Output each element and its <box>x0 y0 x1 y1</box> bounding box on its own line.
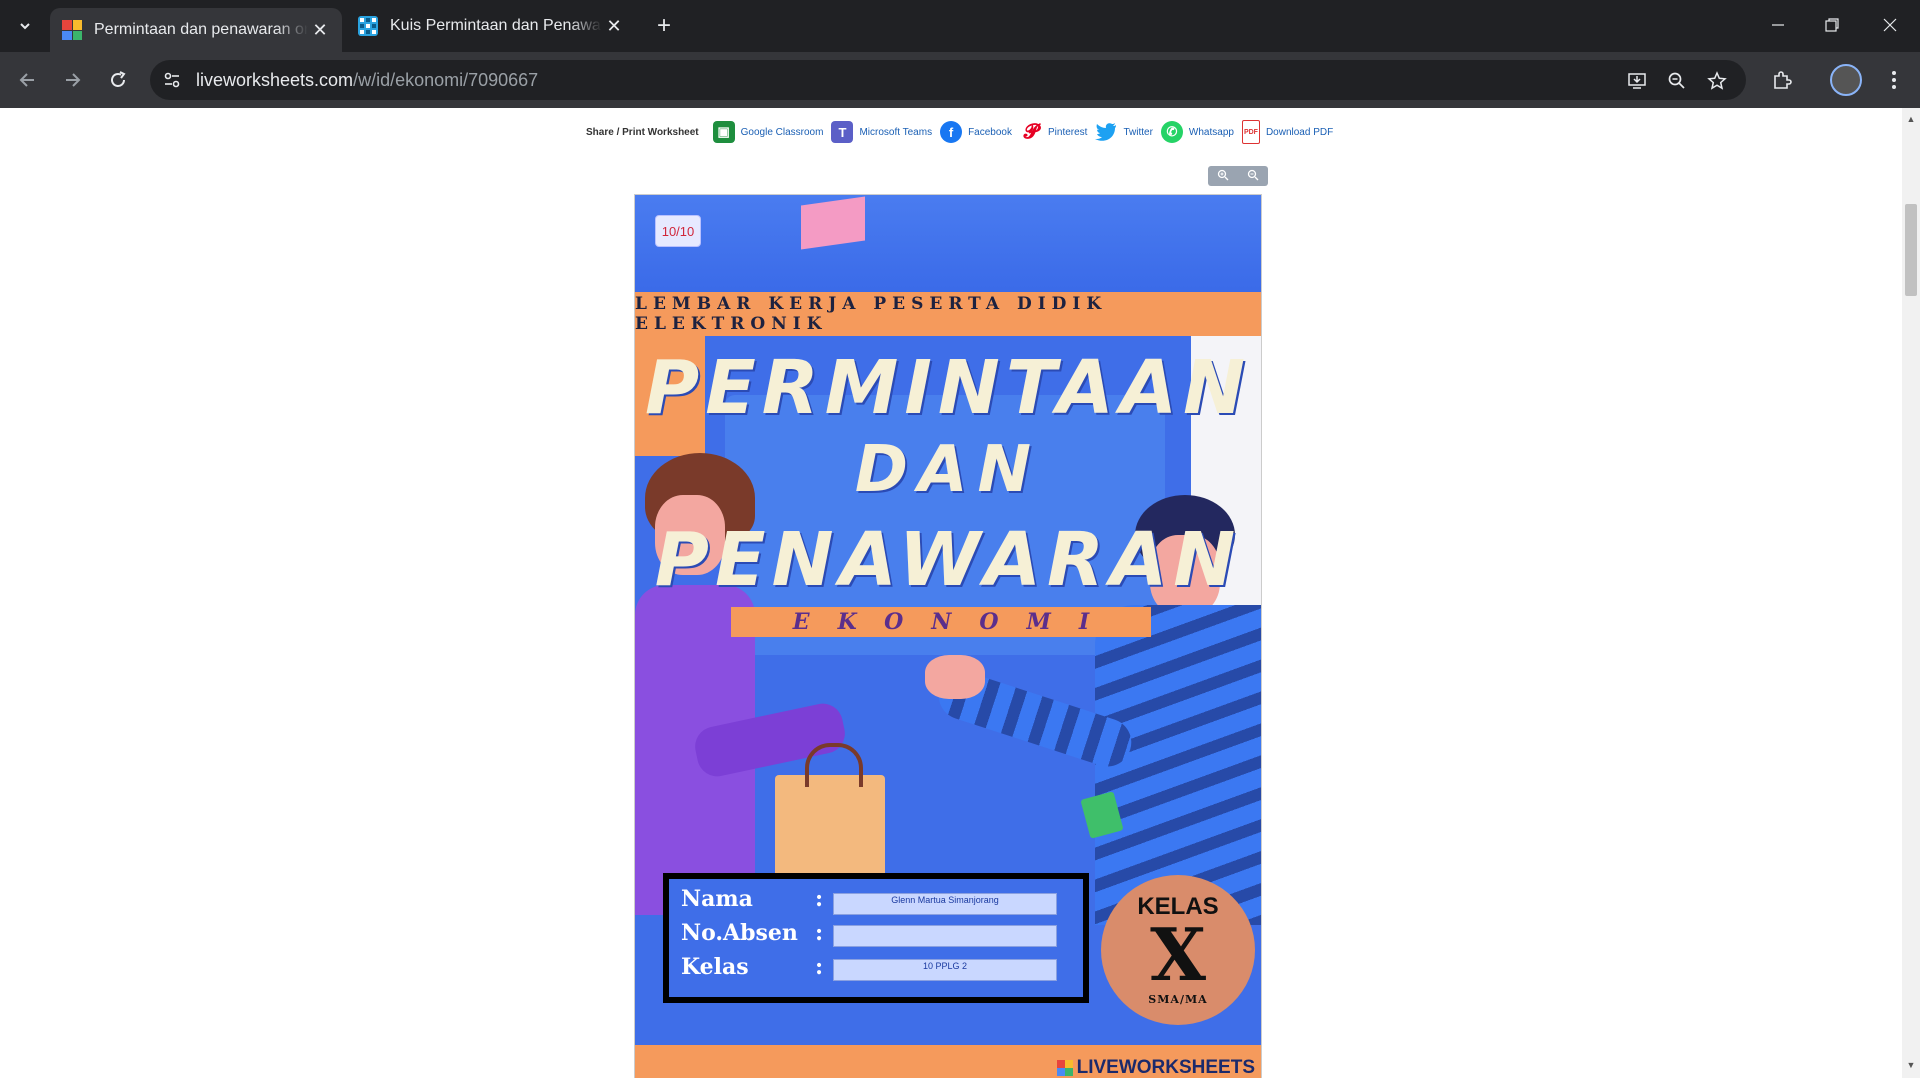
title-line-2: DAN <box>854 433 1042 507</box>
pinterest-icon: 𝓟 <box>1020 121 1042 143</box>
worksheet-header-bg <box>635 195 1261 295</box>
facebook-icon: f <box>940 121 963 143</box>
liveworksheets-logo-icon <box>1056 1060 1073 1076</box>
bookmark-star-icon[interactable] <box>1704 68 1730 94</box>
site-settings-icon[interactable] <box>162 70 182 90</box>
subject-title: EKONOMI <box>792 609 1118 635</box>
title-line-1: PERMINTAAN <box>644 345 1252 431</box>
absen-label: No.Absen <box>681 920 798 946</box>
tab-kuis[interactable]: Kuis Permintaan dan Penawaran ✕ <box>346 8 636 44</box>
nama-input[interactable]: Glenn Martua Simanjorang <box>833 893 1057 915</box>
share-pinterest[interactable]: 𝓟 Pinterest <box>1020 121 1087 143</box>
seller-hand <box>925 655 985 699</box>
whatsapp-icon: ✆ <box>1160 121 1183 143</box>
scroll-up-arrow-icon[interactable]: ▲ <box>1906 114 1916 124</box>
restore-icon[interactable] <box>1812 10 1852 40</box>
share-facebook[interactable]: f Facebook <box>940 121 1012 143</box>
kelas-input[interactable]: 10 PPLG 2 <box>833 959 1057 981</box>
share-twitter[interactable]: Twitter <box>1095 121 1153 143</box>
zoom-in-icon[interactable] <box>1217 169 1229 184</box>
share-item-label: Pinterest <box>1048 126 1088 138</box>
absen-colon: : <box>815 920 824 946</box>
url-text[interactable]: liveworksheets.com/w/id/ekonomi/7090667 <box>196 70 538 91</box>
kelas-colon: : <box>815 954 824 980</box>
microsoft-teams-icon: T <box>831 121 854 143</box>
tab-search-icon[interactable] <box>10 12 40 40</box>
pink-shape-decoration <box>801 196 865 250</box>
tab-permintaan-online[interactable]: Permintaan dan penawaran online ✕ <box>50 8 342 52</box>
worksheet-footer: LIVEWORKSHEETS <box>635 1045 1261 1078</box>
form-row-kelas: Kelas : <box>681 953 827 981</box>
share-item-label: Download PDF <box>1265 126 1334 138</box>
nama-colon: : <box>815 886 824 912</box>
score-badge: 10/10 <box>655 215 701 247</box>
title-line-3: PENAWARAN <box>654 517 1242 603</box>
share-download-pdf[interactable]: PDF Download PDF <box>1241 120 1334 144</box>
google-classroom-icon: ▣ <box>712 121 735 143</box>
share-microsoft-teams[interactable]: T Microsoft Teams <box>831 121 932 143</box>
form-row-nama: Nama : <box>681 885 827 913</box>
new-tab-plus-icon[interactable]: + <box>650 12 678 40</box>
browser-toolbar: liveworksheets.com/w/id/ekonomi/7090667 <box>0 52 1920 108</box>
page-content: Share / Print Worksheet ▣ Google Classro… <box>0 108 1902 1078</box>
page-scrollbar[interactable]: ▲ ▼ <box>1902 108 1920 1078</box>
tab-close-icon[interactable]: ✕ <box>308 18 332 42</box>
reload-icon[interactable] <box>102 64 134 96</box>
liveworksheets-logo: LIVEWORKSHEETS <box>1056 1057 1255 1078</box>
back-icon[interactable] <box>12 64 44 96</box>
zoom-icon[interactable] <box>1664 68 1690 94</box>
share-bar: Share / Print Worksheet ▣ Google Classro… <box>586 116 1341 148</box>
scroll-thumb[interactable] <box>1905 204 1917 296</box>
pdf-icon: PDF <box>1241 120 1260 144</box>
tab-close-icon[interactable]: ✕ <box>602 14 626 38</box>
kelas-badge-grade: X <box>1150 912 1206 997</box>
share-whatsapp[interactable]: ✆ Whatsapp <box>1160 121 1234 143</box>
kelas-badge: KELAS X SMA/MA <box>1101 875 1255 1025</box>
close-window-icon[interactable] <box>1870 10 1910 40</box>
absen-input[interactable] <box>833 925 1057 947</box>
twitter-icon <box>1095 121 1118 143</box>
scroll-down-arrow-icon[interactable]: ▼ <box>1906 1060 1916 1070</box>
extensions-icon[interactable] <box>1766 64 1798 96</box>
share-item-label: Facebook <box>968 126 1012 138</box>
share-item-label: Whatsapp <box>1188 126 1234 138</box>
worksheet-band: LEMBAR KERJA PESERTA DIDIK ELEKTRONIK <box>635 292 1261 336</box>
band-title: LEMBAR KERJA PESERTA DIDIK ELEKTRONIK <box>635 294 1108 334</box>
subject-band: EKONOMI <box>731 607 1151 637</box>
quiz-favicon-icon <box>358 16 378 36</box>
worksheet-page: 10/10 LEMBAR KERJA PESERTA DIDIK ELEKTRO… <box>634 194 1262 1078</box>
install-app-icon[interactable] <box>1624 68 1650 94</box>
liveworksheets-logo-text: LIVEWORKSHEETS <box>1076 1057 1255 1078</box>
share-label: Share / Print Worksheet <box>586 126 699 138</box>
kelas-label: Kelas <box>681 954 749 980</box>
share-item-label: Microsoft Teams <box>859 126 933 138</box>
more-menu-icon[interactable] <box>1878 64 1910 96</box>
form-row-absen: No.Absen : <box>681 919 827 947</box>
tab-bar: Permintaan dan penawaran online ✕ Kuis P… <box>0 0 1920 52</box>
forward-icon[interactable] <box>56 64 88 96</box>
share-item-label: Google Classroom <box>740 126 824 138</box>
liveworksheets-favicon-icon <box>62 20 82 40</box>
share-google-classroom[interactable]: ▣ Google Classroom <box>712 121 824 143</box>
student-info-form: Nama : Glenn Martua Simanjorang No.Absen… <box>663 873 1089 1003</box>
tab-title: Permintaan dan penawaran online <box>94 21 308 38</box>
shopping-bag-handle <box>805 743 863 787</box>
profile-avatar[interactable] <box>1830 64 1862 96</box>
url-domain: liveworksheets.com <box>196 70 354 90</box>
minimize-icon[interactable] <box>1758 10 1798 40</box>
zoom-out-icon[interactable] <box>1247 169 1259 184</box>
worksheet-zoom-controls <box>1208 166 1268 186</box>
share-item-label: Twitter <box>1123 126 1153 138</box>
tab-title: Kuis Permintaan dan Penawaran <box>390 17 602 34</box>
url-path: /w/id/ekonomi/7090667 <box>353 70 539 90</box>
kelas-badge-level: SMA/MA <box>1148 993 1208 1006</box>
nama-label: Nama <box>681 886 753 912</box>
address-bar[interactable]: liveworksheets.com/w/id/ekonomi/7090667 <box>150 60 1746 100</box>
